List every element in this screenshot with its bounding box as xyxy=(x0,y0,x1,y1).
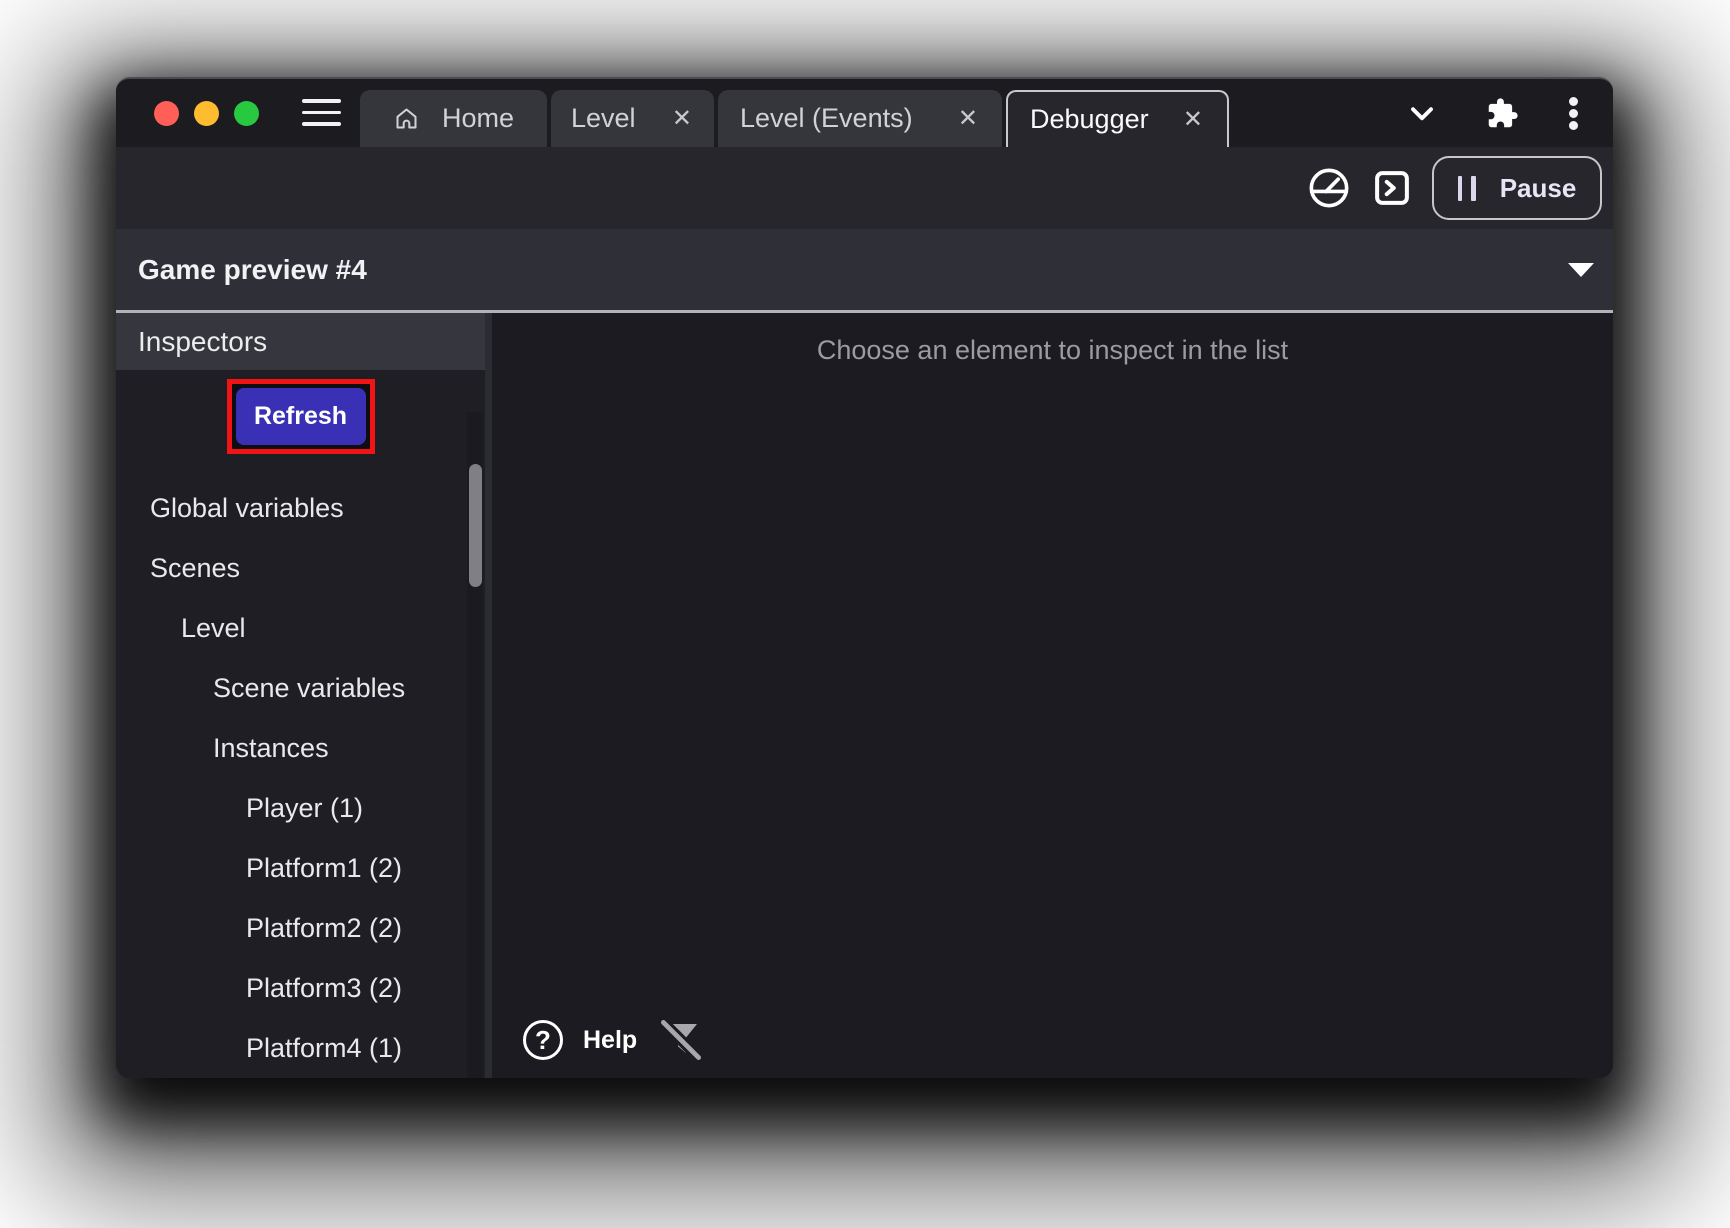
refresh-button[interactable]: Refresh xyxy=(236,388,366,445)
help-circle-icon[interactable]: ? xyxy=(523,1020,563,1060)
tab-label: Level (Events) xyxy=(740,103,913,134)
list-item-instances[interactable]: Instances xyxy=(116,718,485,778)
tab-label: Debugger xyxy=(1030,104,1149,135)
tab-label: Home xyxy=(442,103,514,134)
tab-home[interactable]: Home xyxy=(360,90,547,147)
debugger-window: Home Level ✕ Level (Events) ✕ Debugger ✕ xyxy=(116,77,1613,1078)
tab-close-icon[interactable]: ✕ xyxy=(956,105,980,133)
list-item-scene-variables[interactable]: Scene variables xyxy=(116,658,485,718)
list-item-player[interactable]: Player (1) xyxy=(116,778,485,838)
tab-label: Level xyxy=(571,103,636,134)
tab-level[interactable]: Level ✕ xyxy=(551,90,714,147)
inspector-list: Global variables Scenes Level Scene vari… xyxy=(116,478,485,1078)
filter-off-icon[interactable] xyxy=(657,1012,705,1068)
tab-bar: Home Level ✕ Level (Events) ✕ Debugger ✕ xyxy=(360,90,1229,147)
empty-state-message: Choose an element to inspect in the list xyxy=(492,335,1613,366)
inspector-detail-panel: Choose an element to inspect in the list… xyxy=(492,313,1613,1078)
list-item-scenes[interactable]: Scenes xyxy=(116,538,485,598)
debugger-toolbar: Pause xyxy=(116,147,1613,229)
extensions-puzzle-icon[interactable] xyxy=(1486,97,1519,130)
pause-icon xyxy=(1458,176,1476,201)
tab-level-events[interactable]: Level (Events) ✕ xyxy=(718,90,1002,147)
list-item-platform2[interactable]: Platform2 (2) xyxy=(116,898,485,958)
panel-divider xyxy=(485,313,492,1078)
refresh-highlight-box: Refresh xyxy=(227,379,375,454)
list-item-platform1[interactable]: Platform1 (2) xyxy=(116,838,485,898)
kebab-menu-icon[interactable] xyxy=(1565,93,1582,134)
tab-close-icon[interactable]: ✕ xyxy=(1181,106,1205,134)
list-item-platform3[interactable]: Platform3 (2) xyxy=(116,958,485,1018)
titlebar-right-controls xyxy=(1404,79,1582,147)
window-controls xyxy=(154,79,259,147)
zoom-window-button[interactable] xyxy=(234,101,259,126)
pause-button[interactable]: Pause xyxy=(1432,156,1602,220)
list-item-platform4[interactable]: Platform4 (1) xyxy=(116,1018,485,1078)
help-label: Help xyxy=(583,1026,637,1055)
minimize-window-button[interactable] xyxy=(194,101,219,126)
dropdown-arrow-icon[interactable] xyxy=(1568,263,1594,277)
pause-button-label: Pause xyxy=(1500,173,1577,204)
game-preview-title: Game preview #4 xyxy=(138,254,367,286)
bottom-help-bar: ? Help xyxy=(523,1012,705,1068)
hamburger-menu-icon[interactable] xyxy=(302,99,341,126)
tab-debugger-active[interactable]: Debugger ✕ xyxy=(1006,90,1229,147)
list-item-global-variables[interactable]: Global variables xyxy=(116,478,485,538)
profiler-gauge-icon[interactable] xyxy=(1306,165,1352,211)
list-item-level[interactable]: Level xyxy=(116,598,485,658)
titlebar: Home Level ✕ Level (Events) ✕ Debugger ✕ xyxy=(116,79,1613,147)
console-icon[interactable] xyxy=(1371,167,1413,209)
sidebar-scrollbar-thumb[interactable] xyxy=(469,464,482,587)
home-icon xyxy=(393,105,420,132)
close-window-button[interactable] xyxy=(154,101,179,126)
inspectors-sidebar: Inspectors Refresh Global variables Scen… xyxy=(116,313,485,1078)
debugger-content: Inspectors Refresh Global variables Scen… xyxy=(116,313,1613,1078)
tab-close-icon[interactable]: ✕ xyxy=(670,105,694,133)
chevron-down-icon[interactable] xyxy=(1404,95,1440,131)
game-preview-selector[interactable]: Game preview #4 xyxy=(116,229,1613,313)
inspectors-header: Inspectors xyxy=(116,313,485,370)
